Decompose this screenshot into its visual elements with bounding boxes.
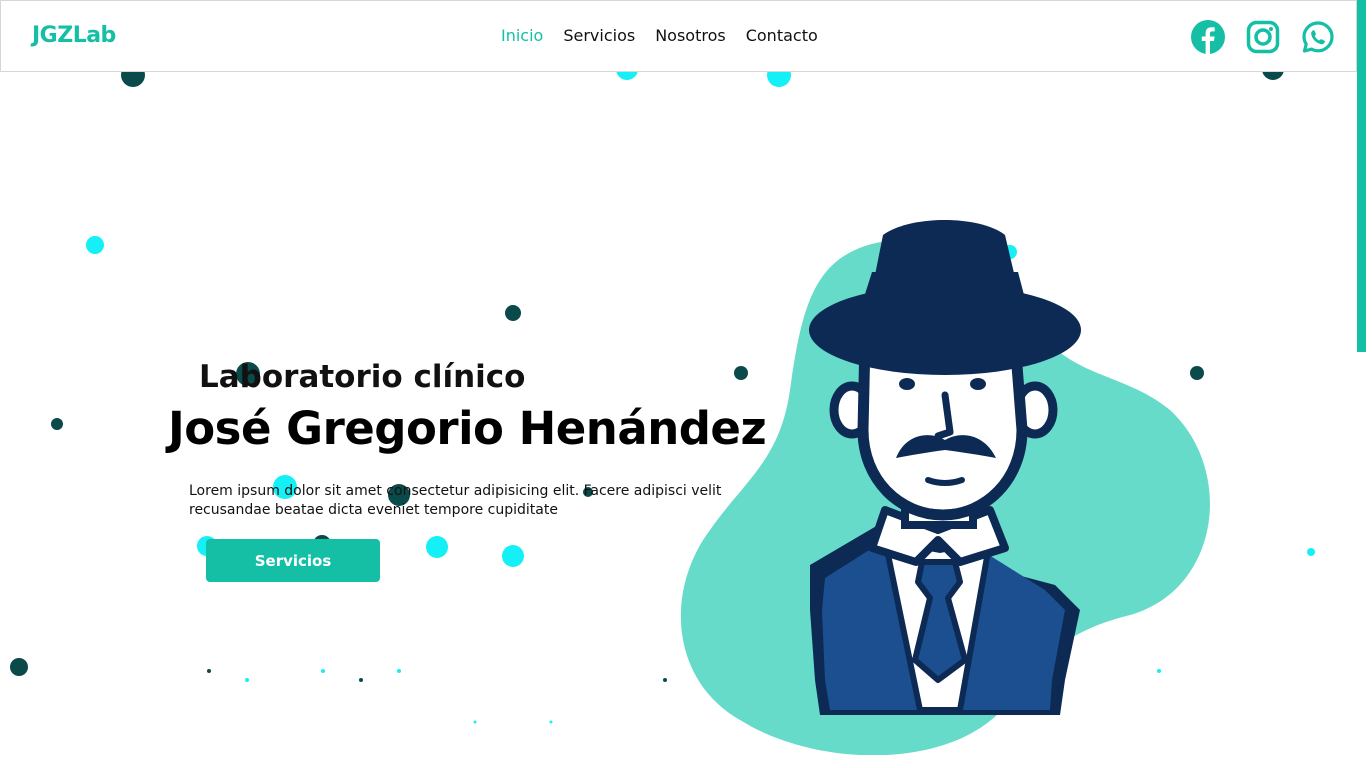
particle <box>473 720 477 724</box>
particle <box>549 720 553 724</box>
facebook-icon[interactable] <box>1191 20 1225 54</box>
servicios-button[interactable]: Servicios <box>206 539 380 582</box>
particle <box>10 658 28 676</box>
nav-link-contacto[interactable]: Contacto <box>746 26 818 45</box>
scrollbar-thumb[interactable] <box>1357 0 1366 352</box>
social-links <box>1191 20 1335 54</box>
particle <box>1307 548 1315 556</box>
site-logo[interactable]: JGZLab <box>32 23 116 48</box>
particle <box>426 536 448 558</box>
hero-description: Lorem ipsum dolor sit amet consectetur a… <box>189 483 722 518</box>
nav-link-inicio[interactable]: Inicio <box>501 26 543 45</box>
nav-link-servicios[interactable]: Servicios <box>563 26 635 45</box>
particle <box>86 236 104 254</box>
instagram-icon[interactable] <box>1246 20 1280 54</box>
particle <box>207 669 211 673</box>
particle <box>505 305 521 321</box>
nav-link-nosotros[interactable]: Nosotros <box>655 26 726 45</box>
particle <box>51 418 63 430</box>
particle <box>321 669 325 673</box>
whatsapp-icon[interactable] <box>1301 20 1335 54</box>
hero-title: José Gregorio Henández <box>168 402 767 455</box>
particle <box>359 678 363 682</box>
hero-subtitle: Laboratorio clínico <box>199 359 526 395</box>
particle <box>502 545 524 567</box>
particle <box>245 678 249 682</box>
site-header: JGZLab Inicio Servicios Nosotros Contact… <box>0 0 1357 72</box>
main-nav: Inicio Servicios Nosotros Contacto <box>501 26 818 45</box>
particle <box>397 669 401 673</box>
